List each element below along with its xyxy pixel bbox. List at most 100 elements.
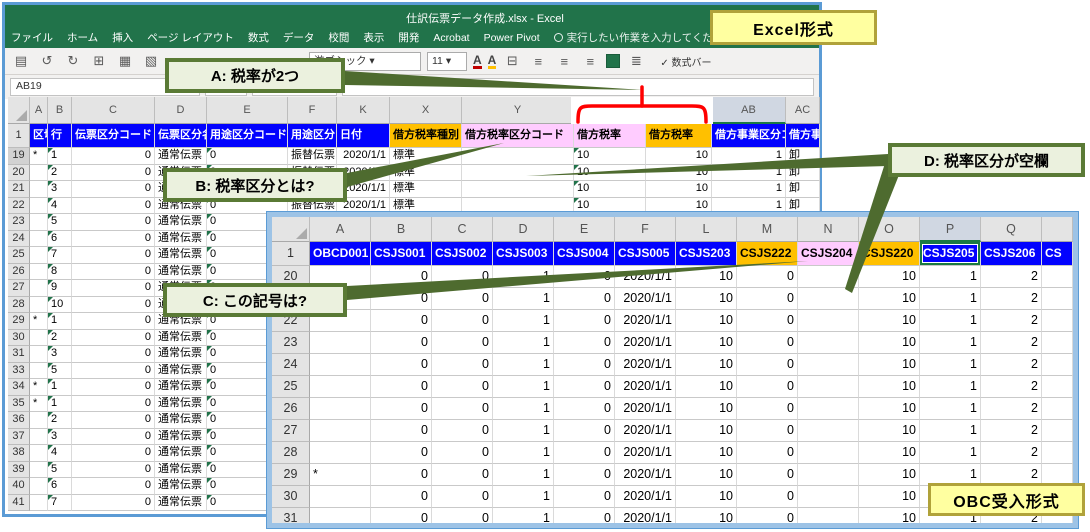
cell-22-2[interactable]: 0 — [72, 198, 155, 215]
cell-39-0[interactable] — [30, 462, 48, 479]
cell-22-2[interactable]: 0 — [432, 310, 493, 332]
cell-28-1[interactable]: 0 — [371, 442, 432, 464]
cell-20-4[interactable]: 0 — [554, 266, 615, 288]
ribbon-tab-4[interactable]: 数式 — [248, 30, 269, 45]
cell-23-5[interactable]: 2020/1/1 — [615, 332, 676, 354]
cell-40-2[interactable]: 0 — [72, 478, 155, 495]
cell-25-6[interactable]: 10 — [676, 376, 737, 398]
cell-21-3[interactable]: 1 — [493, 288, 554, 310]
col-letter-11[interactable] — [646, 97, 712, 124]
cell-29-7[interactable]: 0 — [737, 464, 798, 486]
cell-27-4[interactable]: 0 — [554, 420, 615, 442]
header-cell-借方税率種別[interactable]: 借方税率種別 — [390, 124, 462, 148]
cell-31-4[interactable]: 0 — [554, 508, 615, 523]
cell-40-3[interactable]: 通常伝票 — [155, 478, 207, 495]
row-label-37[interactable]: 37 — [8, 429, 30, 446]
col-letter-K[interactable]: K — [337, 97, 390, 124]
cell-19-3[interactable]: 通常伝票 — [155, 148, 207, 165]
cell-29-5[interactable]: 2020/1/1 — [615, 464, 676, 486]
cell-28-7[interactable]: 0 — [737, 442, 798, 464]
ribbon-tab-10[interactable]: Power Pivot — [484, 32, 540, 44]
header-cell-CSJS003[interactable]: CSJS003 — [493, 242, 554, 266]
cell-29-1[interactable]: 1 — [48, 313, 72, 330]
col-letter-E[interactable]: E — [207, 97, 288, 124]
col-letter-F[interactable]: F — [615, 217, 676, 242]
col-letter-B[interactable]: B — [48, 97, 72, 124]
header-cell-行[interactable]: 行 — [48, 124, 72, 148]
cell-31-7[interactable]: 0 — [737, 508, 798, 523]
cell-41-3[interactable]: 通常伝票 — [155, 495, 207, 512]
cell-21-10[interactable]: 1 — [920, 288, 981, 310]
ribbon-tab-3[interactable]: ページ レイアウト — [147, 30, 234, 45]
cell-20-9[interactable]: 10 — [859, 266, 920, 288]
ribbon-tab-6[interactable]: 校閲 — [328, 30, 349, 45]
cell-24-6[interactable]: 10 — [676, 354, 737, 376]
cell-25-2[interactable]: 0 — [432, 376, 493, 398]
print-preview-icon[interactable]: ⊞ — [89, 53, 109, 69]
cell-23-0[interactable] — [310, 332, 371, 354]
cell-34-1[interactable]: 1 — [48, 379, 72, 396]
header-cell-伝票区分コード[interactable]: 伝票区分コード — [72, 124, 155, 148]
cell-28-12[interactable] — [1042, 442, 1073, 464]
header-cell-CSJS001[interactable]: CSJS001 — [371, 242, 432, 266]
cell-38-3[interactable]: 通常伝票 — [155, 445, 207, 462]
row-label-21[interactable]: 21 — [8, 181, 30, 198]
cell-22-6[interactable]: 10 — [676, 310, 737, 332]
cell-26-0[interactable] — [310, 398, 371, 420]
cell-24-3[interactable]: 1 — [493, 354, 554, 376]
header-cell-借方事業区[interactable]: 借方事業区 — [786, 124, 820, 148]
col-letter-Q[interactable]: Q — [981, 217, 1042, 242]
select-all-corner[interactable] — [8, 97, 30, 124]
header-cell-CSJS005[interactable]: CSJS005 — [615, 242, 676, 266]
cell-35-1[interactable]: 1 — [48, 396, 72, 413]
cell-36-1[interactable]: 2 — [48, 412, 72, 429]
cell-23-3[interactable]: 1 — [493, 332, 554, 354]
redo-icon[interactable]: ↻ — [63, 53, 83, 69]
cell-21-9[interactable]: 10 — [859, 288, 920, 310]
cell-21-0[interactable] — [30, 181, 48, 198]
cell-24-9[interactable]: 10 — [859, 354, 920, 376]
col-letter-N[interactable]: N — [798, 217, 859, 242]
cell-31-8[interactable] — [798, 508, 859, 523]
cell-21-8[interactable] — [462, 181, 574, 198]
cell-19-7[interactable]: 標準 — [390, 148, 462, 165]
cell-27-0[interactable] — [30, 280, 48, 297]
col-letter-B[interactable]: B — [371, 217, 432, 242]
row-label-25[interactable]: 25 — [272, 376, 310, 398]
cell-26-10[interactable]: 1 — [920, 398, 981, 420]
cell-21-10[interactable]: 10 — [646, 181, 712, 198]
row-label-30[interactable]: 30 — [8, 330, 30, 347]
cell-19-10[interactable]: 10 — [646, 148, 712, 165]
cell-21-1[interactable]: 0 — [371, 288, 432, 310]
undo-icon[interactable]: ↺ — [37, 53, 57, 69]
row-label-35[interactable]: 35 — [8, 396, 30, 413]
col-letter-D[interactable]: D — [493, 217, 554, 242]
row-label-40[interactable]: 40 — [8, 478, 30, 495]
cell-30-0[interactable] — [310, 486, 371, 508]
cell-27-2[interactable]: 0 — [432, 420, 493, 442]
header-cell-CSJS203[interactable]: CSJS203 — [676, 242, 737, 266]
row-label-36[interactable]: 36 — [8, 412, 30, 429]
cell-28-4[interactable]: 0 — [554, 442, 615, 464]
cell-23-4[interactable]: 0 — [554, 332, 615, 354]
cell-26-7[interactable]: 0 — [737, 398, 798, 420]
cell-31-3[interactable]: 1 — [493, 508, 554, 523]
ribbon-tab-1[interactable]: ホーム — [67, 30, 98, 45]
cell-24-0[interactable] — [30, 231, 48, 248]
row-label-30[interactable]: 30 — [272, 486, 310, 508]
cell-25-0[interactable] — [30, 247, 48, 264]
cell-36-0[interactable] — [30, 412, 48, 429]
cell-26-9[interactable]: 10 — [859, 398, 920, 420]
header-cell-区切[interactable]: 区切 — [30, 124, 48, 148]
cell-28-0[interactable] — [30, 297, 48, 314]
cell-41-1[interactable]: 7 — [48, 495, 72, 512]
cell-24-5[interactable]: 2020/1/1 — [615, 354, 676, 376]
cell-21-4[interactable]: 0 — [554, 288, 615, 310]
cell-31-1[interactable]: 3 — [48, 346, 72, 363]
cell-24-7[interactable]: 0 — [737, 354, 798, 376]
row-label-26[interactable]: 26 — [8, 264, 30, 281]
row-label-34[interactable]: 34 — [8, 379, 30, 396]
cell-22-0[interactable] — [30, 198, 48, 215]
header-cell-CSJS206[interactable]: CSJS206 — [981, 242, 1042, 266]
cell-41-0[interactable] — [30, 495, 48, 512]
